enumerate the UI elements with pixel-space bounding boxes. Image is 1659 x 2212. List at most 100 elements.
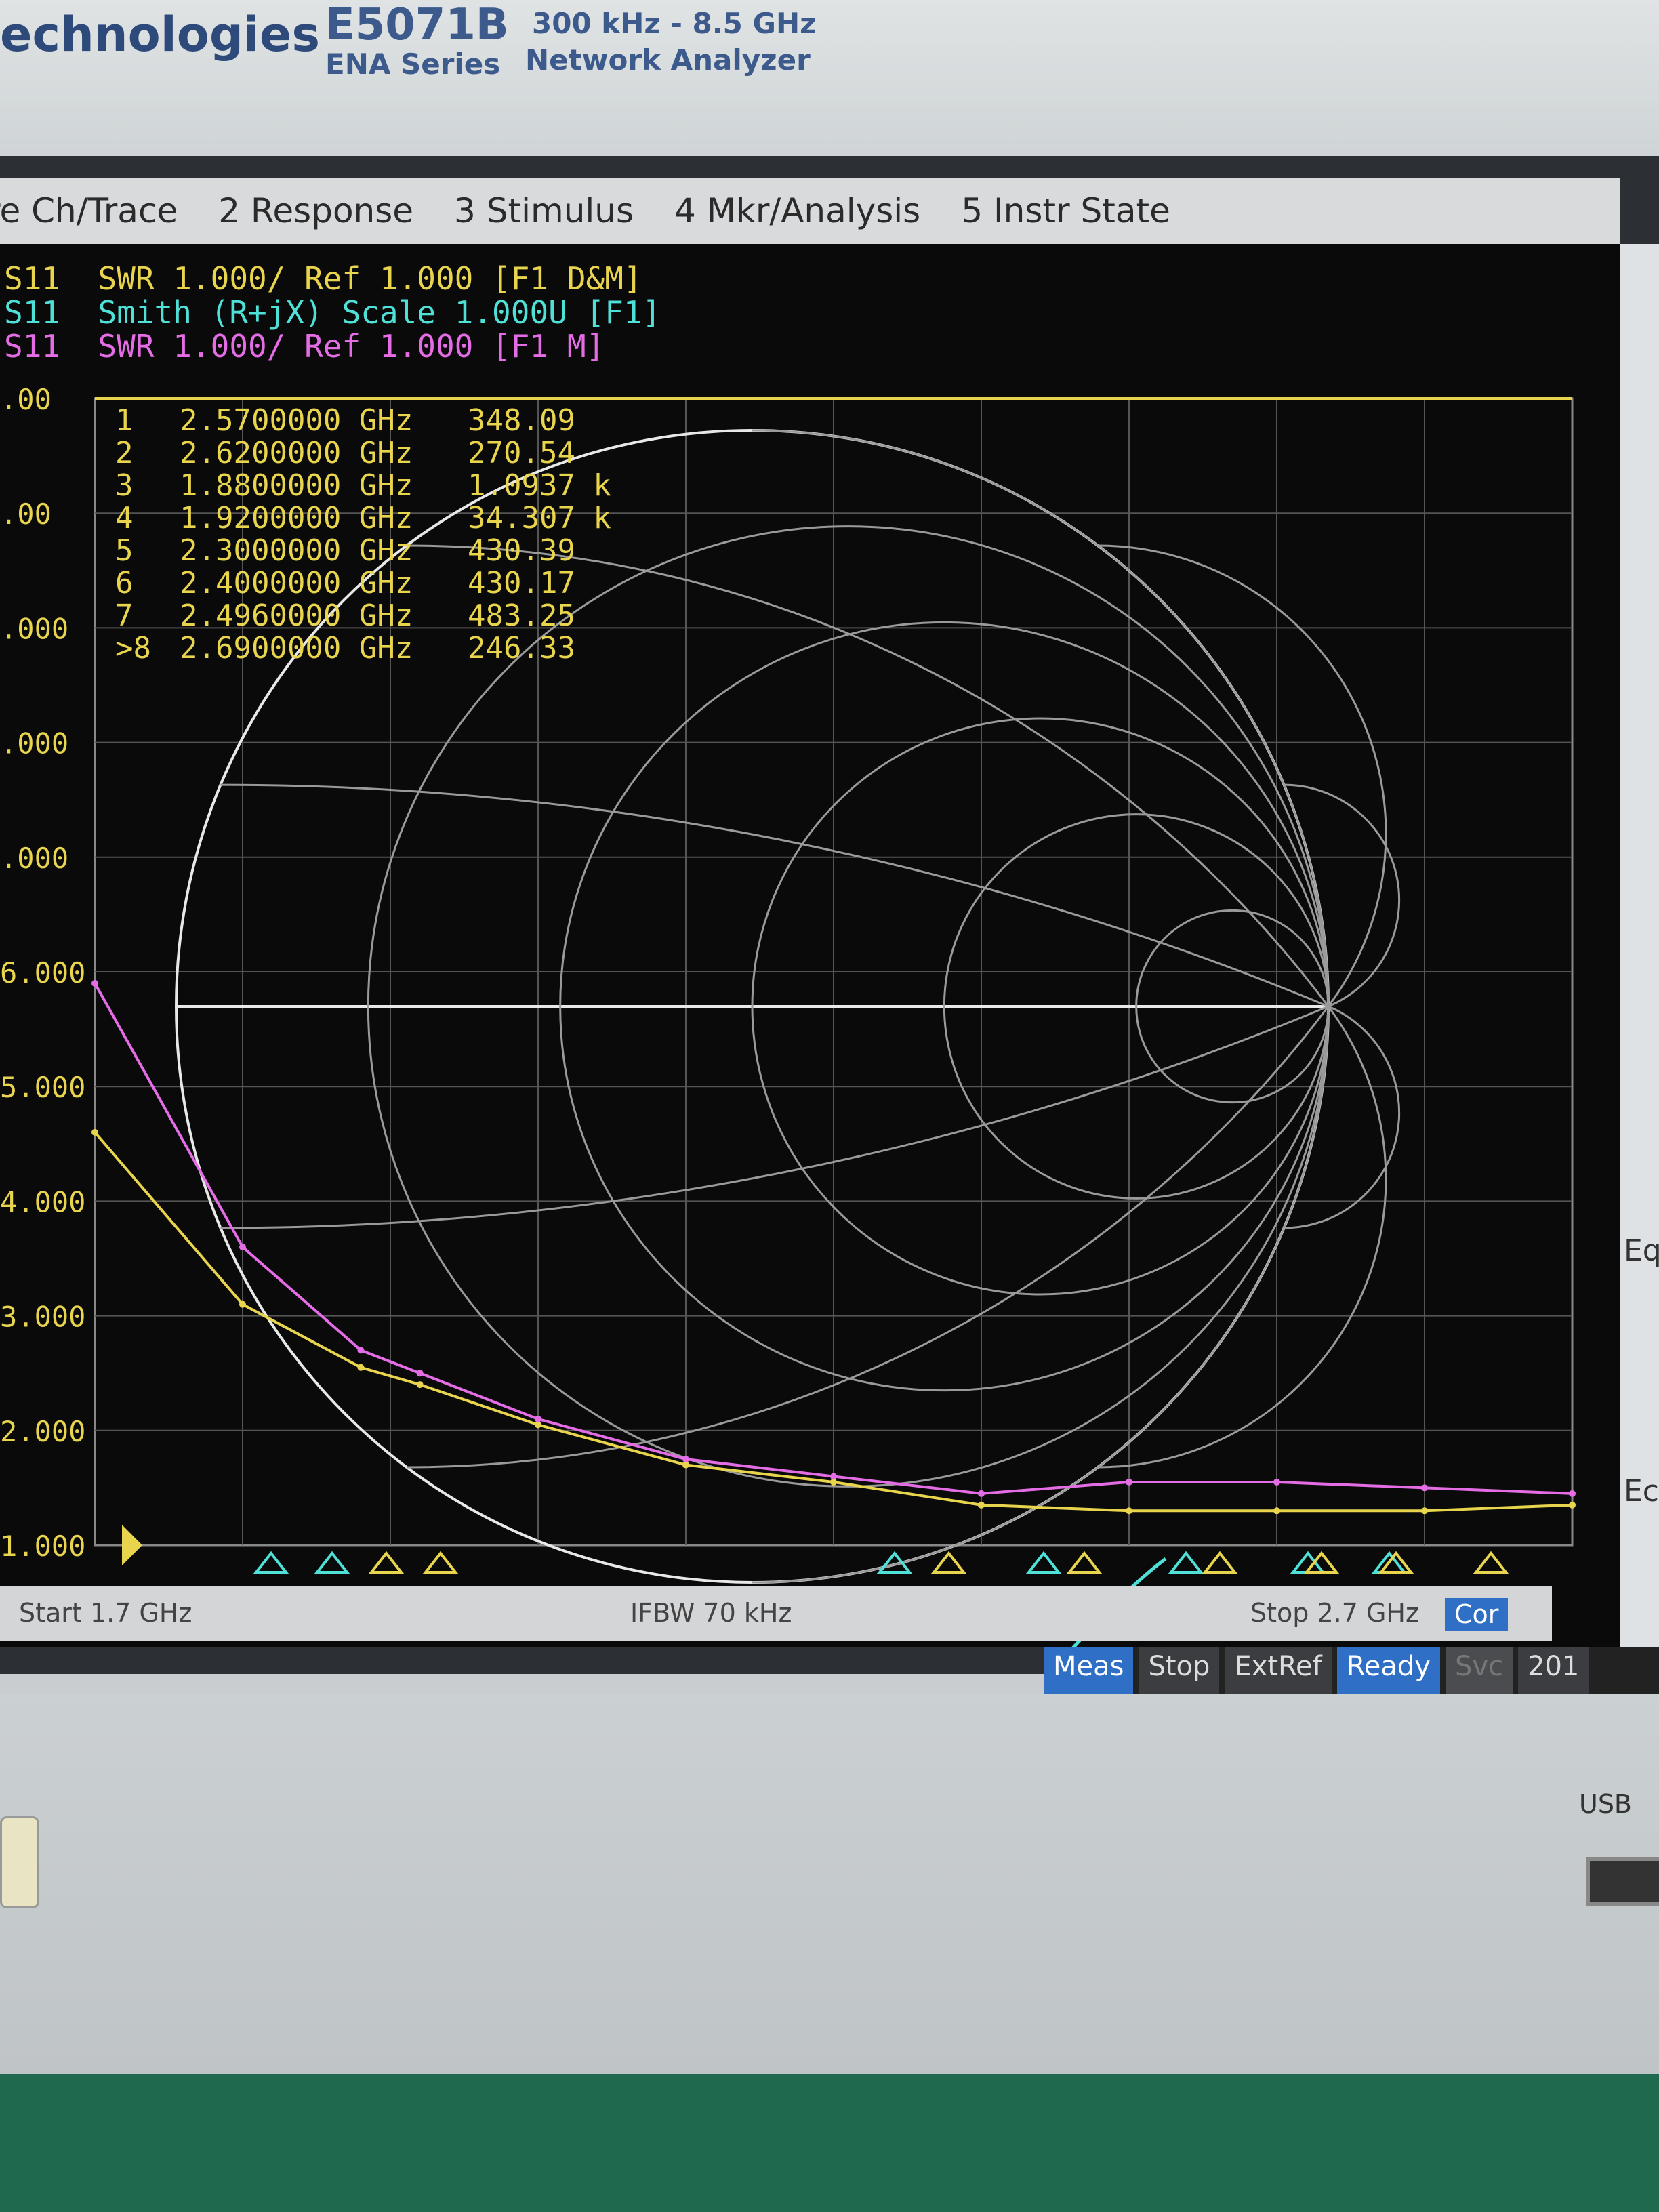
marker-number: 1	[115, 403, 134, 438]
status-bar: Meas Stop ExtRef Ready Svc 201	[1044, 1647, 1659, 1694]
marker-table: 1 2.5700000 GHz 348.09 2 2.6200000 GHz 270.54…	[115, 403, 611, 665]
frequency-range: 300 kHz - 8.5 GHz	[532, 7, 817, 40]
marker-number: 3	[115, 468, 134, 503]
scale-ref-marker	[122, 1525, 142, 1565]
swr-data-point	[239, 1300, 246, 1308]
marker-value: 1.0937 k	[468, 468, 611, 503]
marker-value: 430.39	[468, 533, 575, 568]
start-frequency[interactable]: Start 1.7 GHz	[19, 1598, 192, 1628]
softkey-eq[interactable]: Eq	[1624, 1233, 1659, 1268]
ifbw-label[interactable]: IFBW 70 kHz	[630, 1598, 792, 1628]
y-tick-label: 2.000	[0, 1415, 85, 1448]
marker-number: 6	[115, 566, 134, 600]
marker-frequency: 2.6900000 GHz	[180, 631, 413, 665]
marker-value: 34.307 k	[468, 501, 611, 535]
stop-frequency[interactable]: Stop 2.7 GHz	[1250, 1598, 1419, 1628]
swr-data-point	[239, 1244, 246, 1251]
marker-number: 2	[115, 436, 134, 470]
swr-data-point	[416, 1381, 424, 1389]
stimulus-marker-triangle	[930, 1551, 967, 1574]
instrument-bezel-bottom	[0, 1694, 1659, 2074]
menu-mkr-analysis[interactable]: 4 Mkr/Analysis	[674, 191, 920, 230]
menu-instr-state[interactable]: 5 Instr State	[961, 191, 1170, 230]
stimulus-markers	[253, 1551, 1509, 1574]
swr-data-point	[357, 1364, 365, 1371]
brand-name: echnologies	[0, 7, 321, 62]
marker-value: 270.54	[468, 436, 575, 470]
menu-bar: re Ch/Trace 2 Response 3 Stimulus 4 Mkr/…	[0, 178, 1620, 244]
stimulus-marker-triangle	[1066, 1551, 1103, 1574]
swr-data-point	[1569, 1490, 1576, 1497]
swr-data-point	[682, 1456, 689, 1463]
measurement-display: S11 SWR 1.000/ Ref 1.000 [F1 D&M] S11 Sm…	[0, 244, 1620, 1647]
status-date: 201	[1518, 1647, 1589, 1694]
softkey-ec[interactable]: Ec	[1624, 1474, 1659, 1509]
menu-stimulus[interactable]: 3 Stimulus	[454, 191, 634, 230]
swr-data-point	[978, 1490, 985, 1497]
marker-frequency: 2.3000000 GHz	[180, 533, 413, 568]
stimulus-marker-triangle	[422, 1551, 459, 1574]
stimulus-marker-triangle	[1202, 1551, 1238, 1574]
marker-value: 430.17	[468, 566, 575, 600]
marker-value: 246.33	[468, 631, 575, 665]
stimulus-marker-triangle	[1473, 1551, 1509, 1574]
y-tick-label: 5.000	[0, 1071, 85, 1104]
stimulus-marker-triangle	[314, 1551, 350, 1574]
plot-area: .00 .00 .000 .000 .000 6.000 5.000 4.000 3.000 2.…	[0, 383, 1576, 1647]
stimulus-marker-triangle	[1025, 1551, 1062, 1574]
cor-badge: Cor	[1445, 1598, 1509, 1631]
y-tick-label: .000	[0, 612, 68, 645]
usb-label: USB	[1579, 1789, 1633, 1819]
marker-number: 7	[115, 598, 134, 633]
stimulus-marker-triangle	[1168, 1551, 1204, 1574]
swr-data-point	[1569, 1501, 1576, 1509]
marker-value: 348.09	[468, 403, 575, 438]
y-tick-label: 3.000	[0, 1300, 85, 1334]
y-tick-label: .00	[0, 497, 52, 531]
series-label: ENA Series	[325, 47, 501, 81]
usb-port[interactable]	[1586, 1857, 1659, 1906]
marker-frequency: 2.4960000 GHz	[180, 598, 413, 633]
marker-frequency: 2.6200000 GHz	[180, 436, 413, 470]
workbench	[0, 2074, 1659, 2212]
status-svc: Svc	[1445, 1647, 1513, 1694]
swr-data-point	[1126, 1478, 1132, 1486]
menu-ch-trace[interactable]: re Ch/Trace	[0, 191, 178, 230]
product-type: Network Analyzer	[525, 43, 811, 77]
y-tick-label: 1.000	[0, 1530, 85, 1563]
marker-frequency: 1.9200000 GHz	[180, 501, 413, 535]
marker-frequency: 1.8800000 GHz	[180, 468, 413, 503]
stimulus-marker-triangle	[368, 1551, 405, 1574]
model-number: E5071B	[325, 0, 509, 50]
status-ready: Ready	[1336, 1647, 1440, 1694]
marker-number: 5	[115, 533, 134, 568]
smith-reactance-arc	[1097, 544, 1387, 1007]
marker-value: 483.25	[468, 598, 575, 633]
swr-data-point	[91, 979, 98, 987]
y-tick-label: .000	[0, 842, 68, 875]
swr-data-point	[830, 1473, 837, 1480]
swr-data-point	[535, 1415, 541, 1422]
swr-data-point	[1421, 1507, 1428, 1515]
stimulus-marker-triangle	[253, 1551, 289, 1574]
swr-data-point	[1273, 1507, 1280, 1515]
instrument-bezel-top: echnologies E5071B ENA Series 300 kHz - …	[0, 0, 1659, 156]
marker-number: 4	[115, 501, 134, 535]
swr-data-point	[978, 1501, 985, 1509]
status-stop: Stop	[1139, 1647, 1220, 1694]
y-tick-label: 4.000	[0, 1185, 85, 1218]
softkey-panel	[1620, 244, 1659, 1647]
y-tick-label: 6.000	[0, 956, 85, 989]
y-tick-label: .00	[0, 383, 52, 416]
swr-data-point	[1126, 1507, 1132, 1515]
y-tick-label: .000	[0, 727, 68, 760]
swr-data-point	[1421, 1484, 1428, 1492]
status-meas: Meas	[1044, 1647, 1134, 1694]
marker-frequency: 2.4000000 GHz	[180, 566, 413, 600]
power-button[interactable]	[0, 1816, 39, 1908]
swr-data-point	[1273, 1478, 1280, 1486]
menu-response[interactable]: 2 Response	[218, 191, 413, 230]
marker-frequency: 2.5700000 GHz	[180, 403, 413, 438]
swr-data-point	[91, 1128, 98, 1136]
swr-data-point	[416, 1370, 424, 1377]
